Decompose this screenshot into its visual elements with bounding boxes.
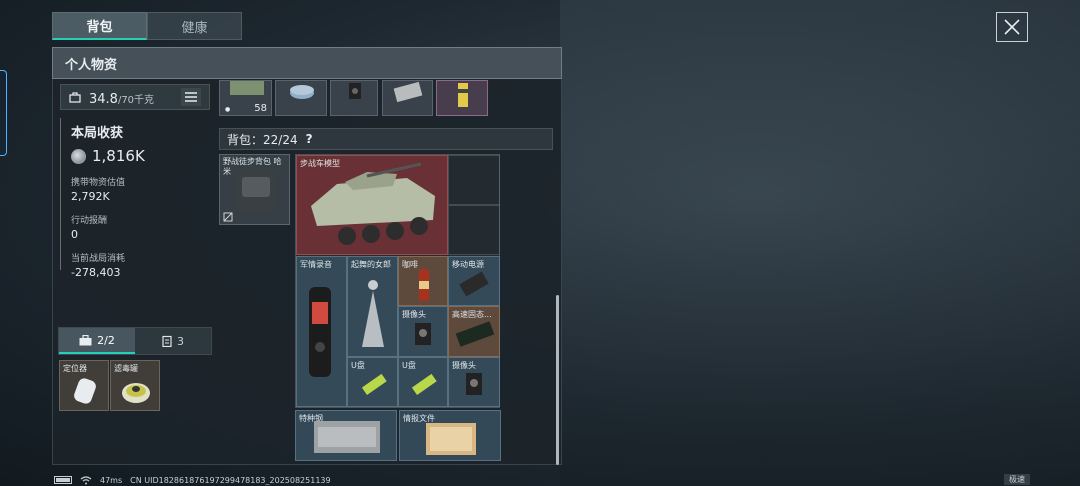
tab-safe-box[interactable]: 2/2 <box>59 328 135 354</box>
item-ifv-model[interactable]: 步战车模型 <box>296 155 448 255</box>
item-usb-2[interactable]: U盘 <box>398 357 448 407</box>
item-graphic <box>230 81 264 95</box>
tab-health[interactable]: 健康 <box>147 12 242 40</box>
empty-cell[interactable] <box>448 155 500 205</box>
item-top-1[interactable]: ● 58 <box>219 80 272 116</box>
side-drawer-handle[interactable] <box>0 70 7 156</box>
pouch-item-locator[interactable]: 定位器 <box>59 360 109 411</box>
status-bar: 47ms CN UID18286187619729947818​3_202508… <box>54 474 331 486</box>
list-icon <box>185 92 197 102</box>
carry-value: 2,792K <box>71 190 110 203</box>
cost-label: 当前战局消耗 <box>71 254 126 264</box>
camera-icon <box>349 83 361 99</box>
coffee-bottle-icon <box>419 269 429 301</box>
carry-value-label: 携带物资估值 <box>71 178 126 188</box>
tab-backpack[interactable]: 背包 <box>52 12 147 40</box>
weight-current: 34.8 <box>89 91 118 107</box>
clipboard-icon <box>162 335 172 347</box>
item-special-steel[interactable]: 特种钢 <box>295 410 397 461</box>
sort-button[interactable] <box>181 88 201 106</box>
safe-box-count: 2/2 <box>97 333 115 347</box>
item-power-bank[interactable]: 移动电源 <box>448 256 500 306</box>
item-dancing-lady[interactable]: 起舞的女郎 <box>347 256 398 357</box>
item-top-2[interactable] <box>275 80 327 116</box>
empty-cell[interactable] <box>448 205 500 255</box>
locator-icon <box>74 378 96 404</box>
coin-icon <box>71 148 86 164</box>
backpack-icon <box>223 169 274 222</box>
item-military-recording[interactable]: 军情录音 <box>296 256 347 407</box>
item-top-3[interactable] <box>330 80 378 116</box>
item-camera[interactable]: 摄像头 <box>398 306 448 357</box>
document-folder-icon <box>426 423 476 455</box>
ping-value: 47ms <box>100 475 123 485</box>
voice-recorder-icon <box>309 287 331 377</box>
item-coffee[interactable]: 咖啡 <box>398 256 448 306</box>
tape-roll-icon <box>290 85 314 99</box>
cost-value: -278,403 <box>71 266 121 279</box>
ssd-icon <box>455 321 495 347</box>
item-top-4[interactable] <box>382 80 433 116</box>
close-icon <box>1004 19 1020 35</box>
card-pouch-count: 3 <box>177 334 184 348</box>
usb-drive-icon <box>411 373 437 395</box>
haul-value: 1,816K <box>92 147 145 165</box>
equipped-backpack[interactable]: 野战徒步背包 哈米 <box>219 154 290 225</box>
reward-value: 0 <box>71 228 78 241</box>
device-icon <box>393 81 423 103</box>
close-button[interactable] <box>996 12 1028 42</box>
armored-vehicle-icon <box>311 162 435 245</box>
backpack-capacity-bar: 背包：22/24 ? <box>219 128 553 150</box>
player-uid: CN UID18286187619729947818​3_20250825113… <box>130 475 331 485</box>
pouch-tab-bar: 2/2 3 <box>58 327 212 355</box>
panel-title: 个人物资 <box>52 47 562 79</box>
item-usb-1[interactable]: U盘 <box>347 357 398 407</box>
camera-icon <box>415 323 431 345</box>
reward-label: 行动报酬 <box>71 216 108 226</box>
scrollbar[interactable] <box>556 295 559 465</box>
statue-icon <box>362 280 384 347</box>
battery-item-icon <box>458 83 468 107</box>
steel-plate-icon <box>314 421 380 453</box>
item-camera-2[interactable]: 摄像头 <box>448 357 500 407</box>
pouch-item-filter[interactable]: 滤毒罐 <box>110 360 160 411</box>
carry-weight: 34.8/70千克 <box>60 84 210 110</box>
filter-canister-icon <box>122 383 150 403</box>
power-bank-icon <box>459 271 489 297</box>
camera-icon <box>466 373 482 395</box>
mode-tag[interactable]: 极速 <box>1004 474 1030 485</box>
top-tab-bar: 背包 健康 <box>52 12 242 40</box>
item-intel-file[interactable]: 情报文件 <box>399 410 501 461</box>
weight-icon <box>69 92 81 103</box>
wifi-icon <box>80 475 92 484</box>
raid-stats: 本局收获 1,816K 携带物资估值 2,792K 行动报酬 0 当前战局消耗 … <box>60 118 210 279</box>
toolbox-icon <box>79 334 92 345</box>
usb-drive-icon <box>361 373 387 395</box>
weight-max: /70千克 <box>117 94 155 106</box>
item-ssd[interactable]: 高速固态... <box>448 306 500 357</box>
stats-title: 本局收获 <box>71 126 124 141</box>
stack-count: 58 <box>254 103 267 114</box>
item-top-5[interactable] <box>436 80 488 116</box>
background-scene <box>560 0 1080 486</box>
help-icon[interactable]: ? <box>306 132 313 146</box>
backpack-capacity: 背包：22/24 <box>227 132 298 147</box>
tab-card-pouch[interactable]: 3 <box>135 328 211 354</box>
battery-icon <box>54 476 72 484</box>
